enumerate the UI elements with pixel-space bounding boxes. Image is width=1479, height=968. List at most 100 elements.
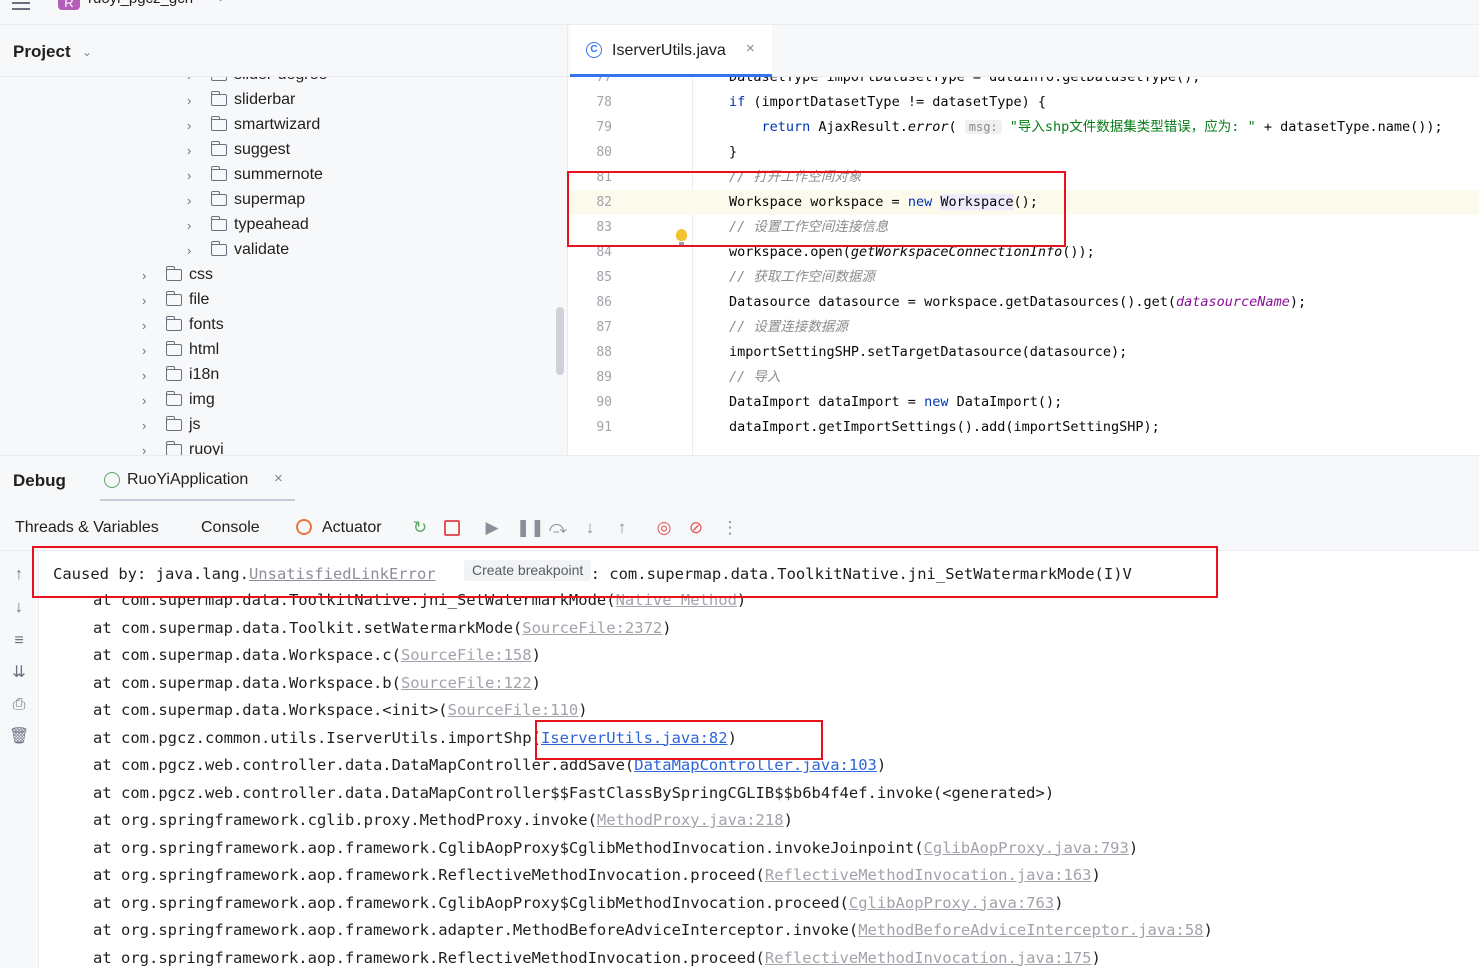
hamburger-menu-icon[interactable] [12,0,30,10]
code-line[interactable]: 90 DataImport dataImport = new DataImport… [568,390,1479,415]
stack-frame-link[interactable]: MethodBeforeAdviceInterceptor.java:58 [858,921,1203,939]
pause-icon[interactable]: ❚❚ [516,518,545,538]
chevron-right-icon[interactable]: › [187,243,201,258]
line-number[interactable]: 90 [568,390,612,415]
arrow-up-icon[interactable]: ↑ [9,565,29,585]
chevron-right-icon[interactable]: › [142,368,156,383]
code-line[interactable]: 83 // 设置工作空间连接信息 [568,215,1479,240]
chevron-right-icon[interactable]: › [142,418,156,433]
code-line[interactable]: 80} [568,140,1479,165]
code-text[interactable]: return AjaxResult.error( msg: "导入shp文件数据… [729,115,1443,140]
code-text[interactable]: if (importDatasetType != datasetType) { [729,90,1046,115]
chevron-down-icon[interactable]: ⌄ [216,0,225,4]
view-breakpoints-icon[interactable]: ◎ [654,518,674,538]
code-text[interactable]: // 打开工作空间对象 [729,165,861,190]
code-text[interactable]: } [729,140,737,165]
chevron-right-icon[interactable]: › [142,343,156,358]
code-text[interactable]: importSettingSHP.setTargetDatasource(dat… [729,340,1127,365]
stack-frame-link[interactable]: ReflectiveMethodInvocation.java:175 [765,949,1092,967]
rerun-icon[interactable]: ↻ [410,518,430,538]
chevron-right-icon[interactable]: › [142,293,156,308]
chevron-right-icon[interactable]: › [187,218,201,233]
chevron-right-icon[interactable]: › [142,443,156,456]
line-number[interactable]: 80 [568,140,612,165]
chevron-down-icon[interactable]: ⌄ [82,45,92,59]
tree-item-sliderbar[interactable]: › sliderbar [187,88,295,112]
tree-item-smartwizard[interactable]: › smartwizard [187,113,320,137]
chevron-right-icon[interactable]: › [187,77,201,83]
tree-item-css[interactable]: › css [142,263,213,287]
project-pane-title[interactable]: Project [13,42,71,62]
tree-item-fonts[interactable]: › fonts [142,313,224,337]
stack-frame-link[interactable]: MethodProxy.java:218 [597,811,784,829]
code-line[interactable]: 88 importSettingSHP.setTargetDatasource(d… [568,340,1479,365]
tree-item-supermap[interactable]: › supermap [187,188,305,212]
chevron-right-icon[interactable]: › [142,268,156,283]
scroll-to-end-icon[interactable]: ⇊ [9,663,29,683]
tree-item-typeahead[interactable]: › typeahead [187,213,309,237]
scrollbar-thumb[interactable] [556,307,564,375]
tab-actuator[interactable]: Actuator [322,519,382,537]
stack-frame-link[interactable]: SourceFile:158 [401,646,532,664]
tree-item-i18n[interactable]: › i18n [142,363,219,387]
more-options-icon[interactable]: ⋮ [720,518,740,538]
stack-frame-link[interactable]: IserverUtils.java:82 [541,729,728,747]
code-line[interactable]: 89 // 导入 [568,365,1479,390]
project-name[interactable]: ruoyi_pgcz_gcn [88,0,193,7]
line-number[interactable]: 91 [568,415,612,440]
code-text[interactable]: // 设置连接数据源 [729,315,848,340]
step-over-icon[interactable]: ⤼ [548,518,568,538]
code-line[interactable]: 78 if (importDatasetType != datasetType) … [568,90,1479,115]
code-text[interactable]: Workspace workspace = new Workspace(); [729,190,1038,215]
close-icon[interactable]: × [274,470,283,487]
step-into-icon[interactable]: ↓ [580,518,600,538]
stack-frame-link[interactable]: CglibAopProxy.java:763 [849,894,1054,912]
line-number[interactable]: 89 [568,365,612,390]
chevron-right-icon[interactable]: › [142,318,156,333]
chevron-right-icon[interactable]: › [187,193,201,208]
create-breakpoint-tooltip[interactable]: Create breakpoint [464,560,592,581]
chevron-right-icon[interactable]: › [187,118,201,133]
line-number[interactable]: 85 [568,265,612,290]
stack-frame-link[interactable]: ReflectiveMethodInvocation.java:163 [765,866,1092,884]
tab-run-config[interactable]: RuoYiApplication [103,471,248,489]
stop-icon[interactable] [442,518,462,538]
line-number[interactable]: 87 [568,315,612,340]
stack-frame-link[interactable]: SourceFile:122 [401,674,532,692]
tree-item-ruoyi[interactable]: › ruoyi [142,438,224,455]
project-badge[interactable]: R [58,0,80,10]
tree-item-html[interactable]: › html [142,338,219,362]
tree-item-slider-degree[interactable]: › slider-degree [187,77,327,87]
code-line[interactable]: 91 dataImport.getImportSettings().add(imp… [568,415,1479,440]
code-text[interactable]: // 获取工作空间数据源 [729,265,875,290]
step-out-icon[interactable]: ↑ [612,518,632,538]
code-line[interactable]: 86 Datasource datasource = workspace.getD… [568,290,1479,315]
code-line[interactable]: 85 // 获取工作空间数据源 [568,265,1479,290]
code-text[interactable]: // 设置工作空间连接信息 [729,215,888,240]
tab-console[interactable]: Console [201,519,260,537]
resume-icon[interactable]: ▶ [482,518,502,538]
code-line[interactable]: 82 Workspace workspace = new Workspace(); [568,190,1479,215]
stack-frame-link[interactable]: CglibAopProxy.java:793 [924,839,1129,857]
code-line[interactable]: 81 // 打开工作空间对象 [568,165,1479,190]
stack-frame-link[interactable]: SourceFile:2372 [522,619,662,637]
chevron-right-icon[interactable]: › [187,93,201,108]
print-icon[interactable]: ⎙ [9,695,29,715]
stack-frame-link[interactable]: Native Method [616,591,737,609]
tab-threads-variables[interactable]: Threads & Variables [15,519,159,537]
line-number[interactable]: 83 [568,215,612,240]
close-icon[interactable]: × [746,40,755,57]
code-text[interactable]: Datasource datasource = workspace.getDat… [729,290,1306,315]
code-line[interactable]: 77 DatasetType importDatasetType = dataIn… [568,77,1479,90]
code-text[interactable]: DatasetType importDatasetType = dataInfo… [729,77,1200,90]
line-number[interactable]: 82 [568,190,612,215]
code-text[interactable]: DataImport dataImport = new DataImport()… [729,390,1062,415]
lightbulb-intention-icon[interactable] [676,229,687,245]
code-line[interactable]: 84 workspace.open(getWorkspaceConnectionI… [568,240,1479,265]
tree-item-validate[interactable]: › validate [187,238,289,262]
arrow-down-icon[interactable]: ↓ [9,598,29,618]
trash-icon[interactable]: 🗑 [9,727,29,747]
line-number[interactable]: 88 [568,340,612,365]
line-number[interactable]: 78 [568,90,612,115]
stack-frame-link[interactable]: DataMapController.java:103 [634,756,877,774]
